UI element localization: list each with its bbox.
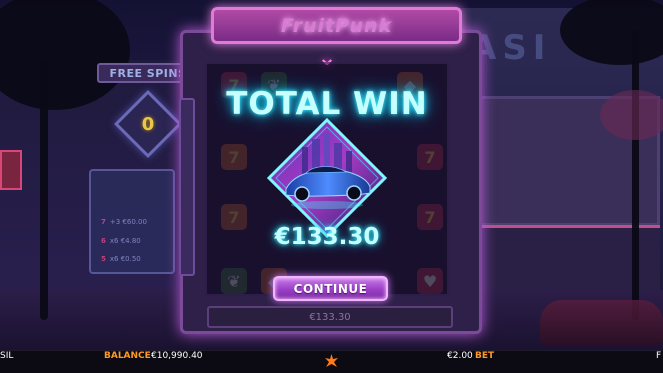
machine-side-pillar — [179, 98, 195, 276]
reel-win-display: €133.30 — [207, 306, 453, 328]
game-logo: FruitPunk — [280, 14, 393, 37]
background-car — [540, 300, 663, 345]
paytable-panel: 7 +3 €60.00 6 x6 €4.80 5 x6 €0.50 — [89, 169, 175, 274]
free-spins-label: FREE SPINS — [109, 66, 187, 80]
palm-frond-right — [600, 90, 663, 140]
paytable-row-symbol: 5 — [101, 254, 106, 263]
reel-win-amount: €133.30 — [309, 311, 351, 323]
bottom-right-fragment: F — [656, 351, 662, 361]
free-spins-count: 0 — [141, 114, 155, 135]
background-sign-text: ASI — [470, 28, 552, 68]
game-logo-plate: FruitPunk — [211, 7, 462, 44]
sports-car-icon — [266, 117, 388, 239]
bet-value: €2.00 — [447, 351, 473, 361]
background-neon-sign — [0, 150, 22, 190]
paytable-row: 6 x6 €4.80 — [101, 234, 171, 247]
paytable-row-value: x6 €0.50 — [109, 254, 141, 263]
balance-value: €10,990.40 — [151, 351, 203, 361]
palm-tree-left-2 — [40, 60, 48, 320]
paytable-row-value: +3 €60.00 — [109, 217, 147, 226]
paytable-row-symbol: 6 — [101, 236, 106, 245]
continue-button[interactable]: CONTINUE — [273, 276, 388, 301]
paytable-row: 5 x6 €0.50 — [101, 252, 171, 265]
paytable-row-value: x6 €4.80 — [109, 236, 141, 245]
balance-label: BALANCE — [104, 351, 151, 361]
total-win-amount: €133.30 — [274, 224, 380, 250]
paytable-row: 7 +3 €60.00 — [101, 215, 171, 228]
provider-logo-icon[interactable] — [323, 353, 340, 370]
continue-button-label: CONTINUE — [293, 281, 368, 296]
paytable-row-symbol: 7 — [101, 217, 106, 226]
bottom-left-fragment: SIL — [0, 351, 14, 361]
palm-tree-right-trunk — [632, 30, 639, 320]
bet-label: BET — [475, 351, 495, 361]
